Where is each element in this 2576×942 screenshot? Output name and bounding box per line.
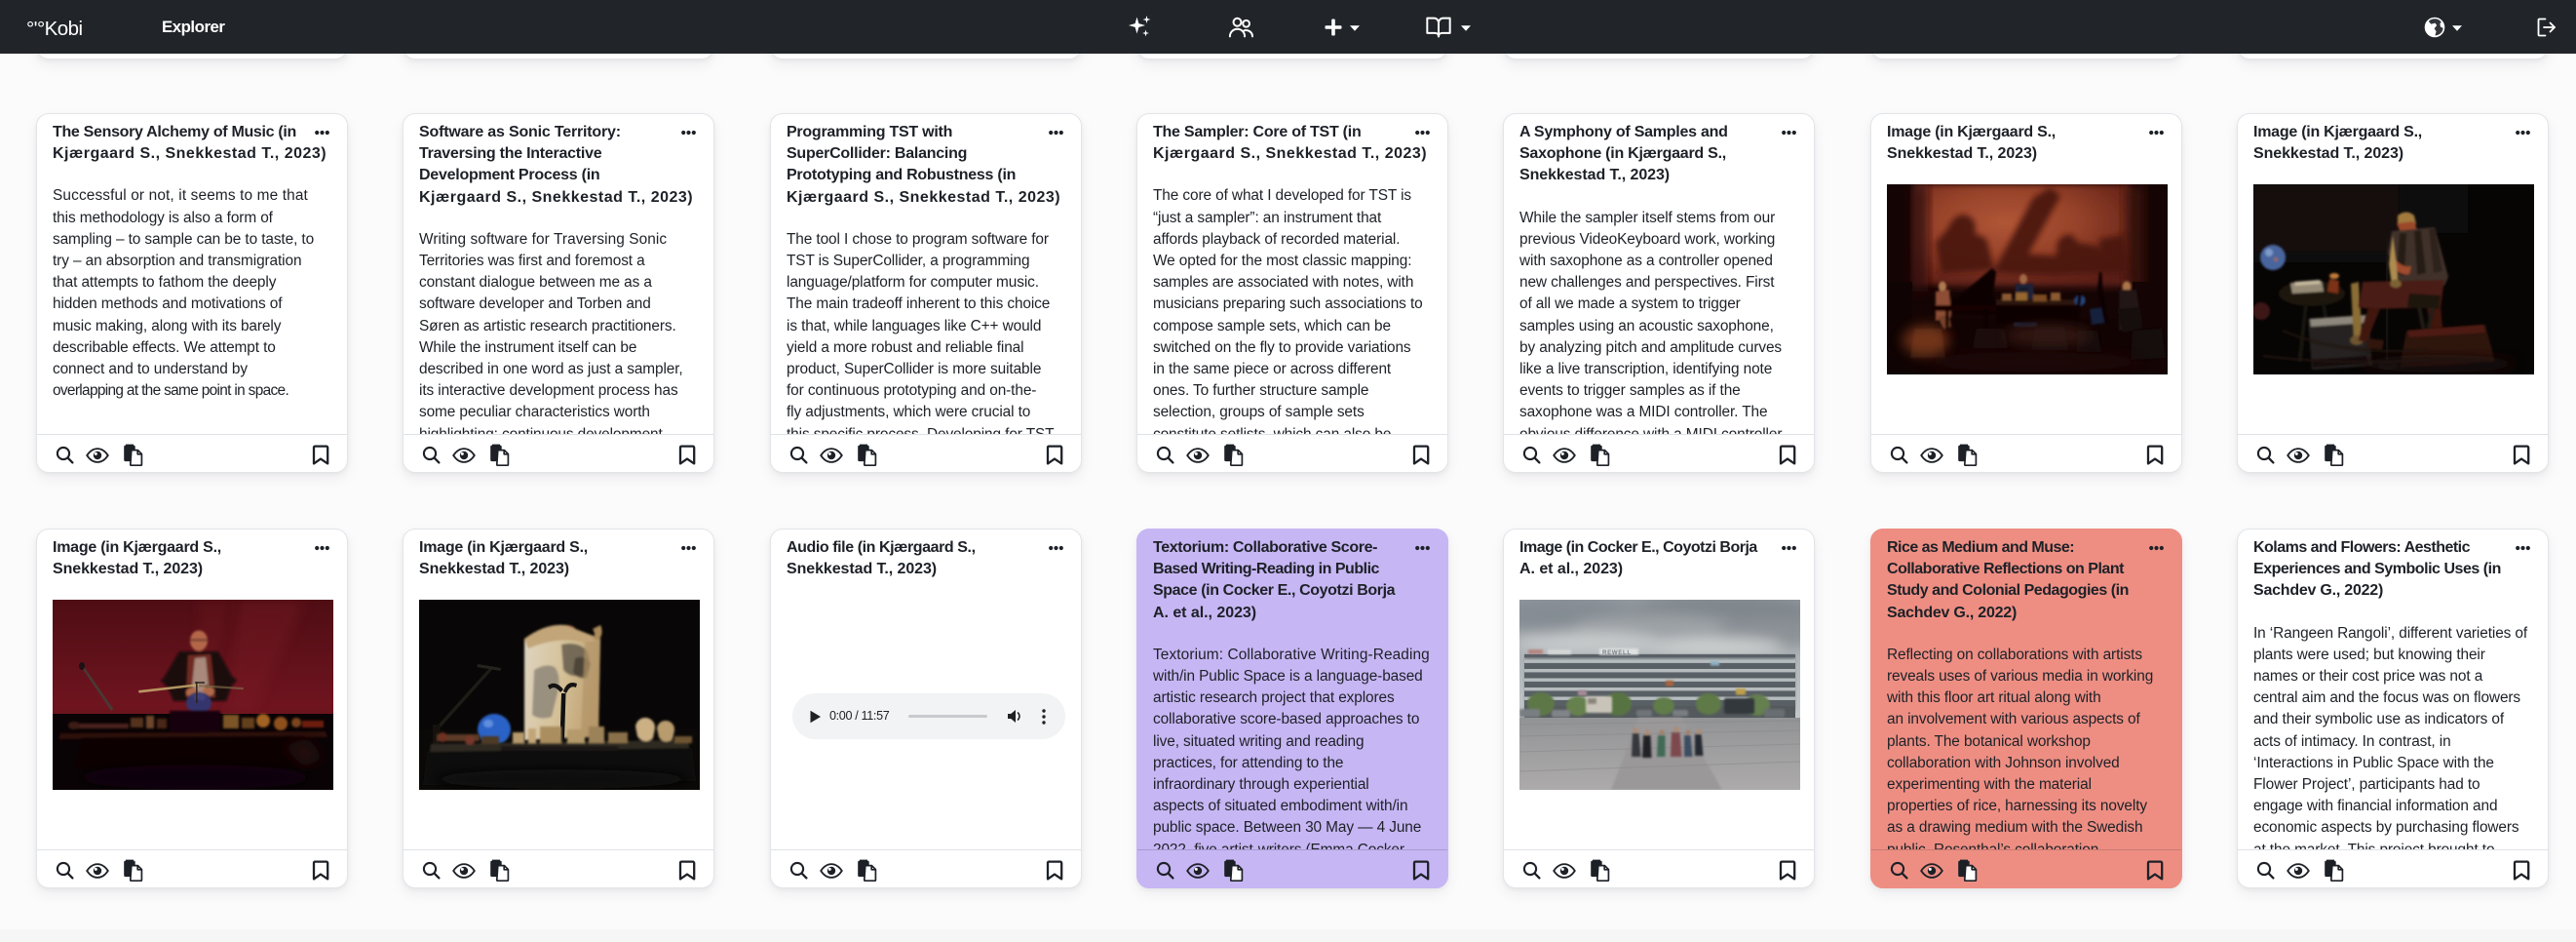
svg-text:REWELL: REWELL bbox=[1602, 649, 1632, 656]
